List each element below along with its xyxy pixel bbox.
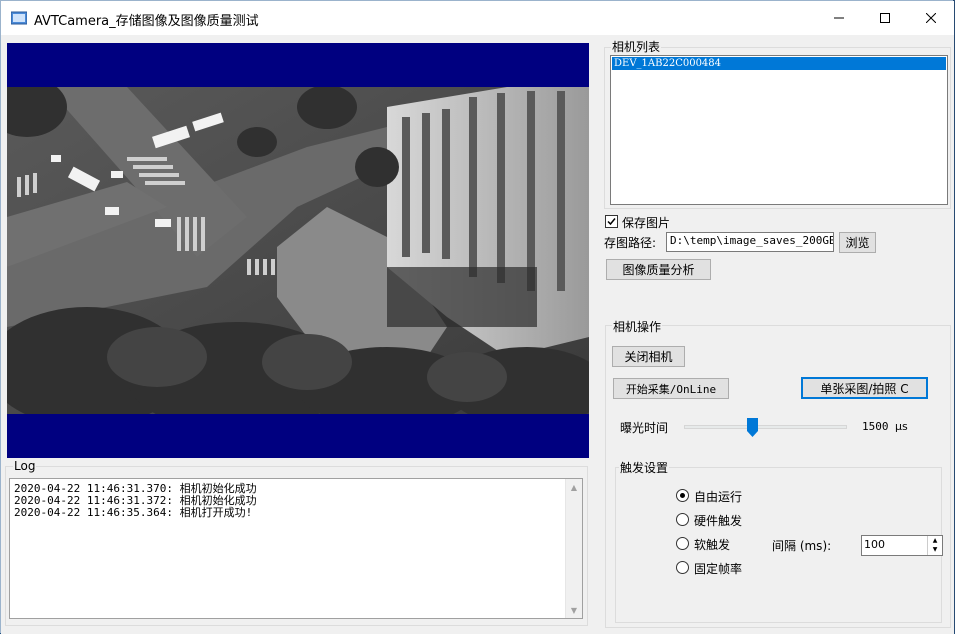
maximize-button[interactable] [862,1,908,35]
camera-preview [7,43,589,458]
radio-software-trigger-label: 软触发 [694,538,731,552]
app-icon [11,11,27,25]
minimize-button[interactable] [816,1,862,35]
app-window: AVTCamera_存储图像及图像质量测试 Log 2020-04-22 11:… [0,0,954,634]
log-line: 2020-04-22 11:46:35.364: 相机打开成功! [14,506,253,519]
camera-listbox[interactable]: DEV_1AB22C000484 [610,55,948,205]
window-title: AVTCamera_存储图像及图像质量测试 [34,14,259,29]
camera-ops-label: 相机操作 [612,318,663,335]
close-camera-button[interactable]: 关闭相机 [612,346,685,367]
exposure-slider-thumb[interactable] [747,418,758,437]
camera-list-item[interactable]: DEV_1AB22C000484 [612,57,946,70]
scroll-up-icon[interactable]: ▲ [566,479,582,495]
exposure-unit: μs [895,420,908,433]
close-button[interactable] [908,1,954,35]
log-textbox[interactable]: 2020-04-22 11:46:31.370: 相机初始化成功 2020-04… [9,478,583,619]
camera-list-label: 相机列表 [611,38,662,55]
maximize-icon [880,13,890,23]
scroll-down-icon[interactable]: ▼ [566,602,582,618]
radio-hardware-trigger[interactable] [676,513,689,526]
radio-fixed-framerate[interactable] [676,561,689,574]
client-area: Log 2020-04-22 11:46:31.370: 相机初始化成功 202… [1,35,954,634]
radio-fixed-framerate-label: 固定帧率 [694,562,743,576]
interval-value: 100 [864,538,885,551]
radio-free-run[interactable] [676,489,689,502]
log-group-label: Log [13,459,37,473]
log-scrollbar[interactable]: ▲ ▼ [565,479,582,618]
trigger-group-label: 触发设置 [619,459,670,476]
interval-label: 间隔 (ms): [772,539,832,553]
camera-image [7,87,589,414]
close-icon [926,13,936,23]
save-path-input[interactable]: D:\temp\image_saves_200GB\ [666,232,834,252]
save-image-label: 保存图片 [622,216,671,230]
interval-stepper[interactable]: 100 ▲ ▼ [861,535,943,556]
browse-button[interactable]: 浏览 [839,232,876,253]
minimize-icon [834,17,844,19]
save-path-label: 存图路径: [604,236,657,250]
radio-free-run-label: 自由运行 [694,490,743,504]
radio-software-trigger[interactable] [676,537,689,550]
image-quality-button[interactable]: 图像质量分析 [606,259,711,280]
save-image-checkbox[interactable] [605,215,618,228]
stepper-down-icon[interactable]: ▼ [928,545,942,554]
start-capture-button[interactable]: 开始采集/OnLine [613,378,729,399]
single-capture-button[interactable]: 单张采图/拍照 C [801,377,928,399]
exposure-label: 曝光时间 [620,421,669,435]
stepper-up-icon[interactable]: ▲ [928,536,942,545]
exposure-value: 1500 [862,420,889,433]
title-bar[interactable]: AVTCamera_存储图像及图像质量测试 [1,1,954,35]
radio-hardware-trigger-label: 硬件触发 [694,514,743,528]
exposure-slider-track[interactable] [684,425,847,429]
checkmark-icon [607,218,616,226]
